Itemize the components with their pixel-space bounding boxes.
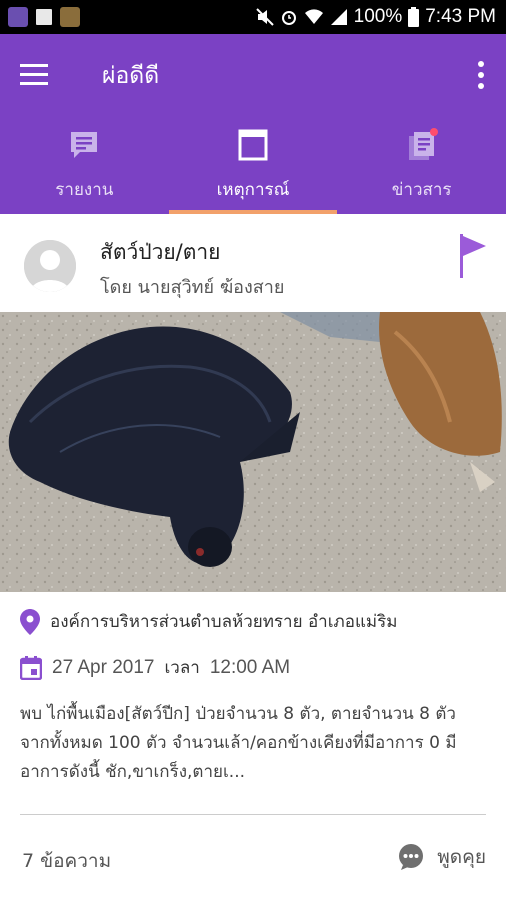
notification-icons (8, 6, 80, 28)
post-time: 12:00 AM (209, 656, 291, 678)
clock: 7:43 PM (425, 6, 496, 27)
chat-button[interactable]: พูดคุย (397, 842, 486, 872)
app-title: ผ่อดีดี (102, 63, 160, 89)
signal-icon (330, 9, 347, 25)
chat-label: พูดคุย (437, 846, 486, 868)
divider (20, 814, 486, 815)
post-description: พบ ไก่พื้นเมือง[สัตว์ปีก] ป่วยจำนวน 8 ตั… (20, 704, 457, 782)
tab-news[interactable]: ข่าวสาร (337, 122, 506, 214)
post-header: สัตว์ป่วย/ตาย โดย นายสุวิทย์ ฆ้องสาย (0, 214, 506, 312)
wifi-icon (304, 9, 323, 24)
tab-bar: รายงาน เหตุการณ์ ข่าวสาร (0, 122, 506, 214)
message-count[interactable]: 7 ข้อความ (22, 846, 111, 876)
news-badge (429, 128, 438, 136)
post-details: องค์การบริหารส่วนตำบลห้วยทราย อำเภอแม่ริ… (0, 592, 506, 900)
event-icon (238, 129, 268, 161)
avatar[interactable] (24, 240, 76, 292)
system-status: 100% 7:43 PM (255, 0, 496, 34)
battery-percent: 100% (353, 6, 403, 27)
tab-report[interactable]: รายงาน (0, 122, 169, 214)
flag-icon[interactable] (460, 234, 486, 278)
more-options-icon[interactable] (478, 61, 484, 89)
post-photo[interactable] (0, 312, 506, 592)
app-bar: ผ่อดีดี รายงาน เหตุการณ์ ข่าวสาร (0, 34, 506, 214)
game-icon (60, 7, 80, 27)
location-pin-icon (20, 608, 40, 635)
tab-events-label: เหตุการณ์ (216, 180, 290, 200)
tab-report-label: รายงาน (55, 180, 114, 200)
battery-icon (408, 7, 420, 27)
tab-events[interactable]: เหตุการณ์ (168, 122, 338, 214)
report-icon (71, 132, 98, 158)
post-author: โดย นายสุวิทย์ ฆ้องสาย (100, 277, 285, 298)
calendar-icon (20, 655, 42, 680)
tab-news-label: ข่าวสาร (391, 180, 452, 200)
news-icon (408, 128, 438, 160)
alarm-icon (281, 11, 296, 25)
post-date: 27 Apr 2017 (52, 656, 155, 678)
time-label: เวลา (164, 658, 200, 678)
menu-icon[interactable] (20, 64, 48, 86)
location-row: องค์การบริหารส่วนตำบลห้วยทราย อำเภอแม่ริ… (20, 608, 397, 635)
chat-icon (399, 844, 424, 870)
date-row: 27 Apr 2017 เวลา 12:00 AM (20, 654, 290, 681)
status-bar: 100% 7:43 PM (0, 0, 506, 34)
location-text: องค์การบริหารส่วนตำบลห้วยทราย อำเภอแม่ริ… (50, 612, 398, 632)
gallery-icon (8, 7, 28, 27)
post-title: สัตว์ป่วย/ตาย (100, 240, 221, 264)
mute-icon (255, 8, 274, 26)
image-icon (34, 7, 54, 27)
